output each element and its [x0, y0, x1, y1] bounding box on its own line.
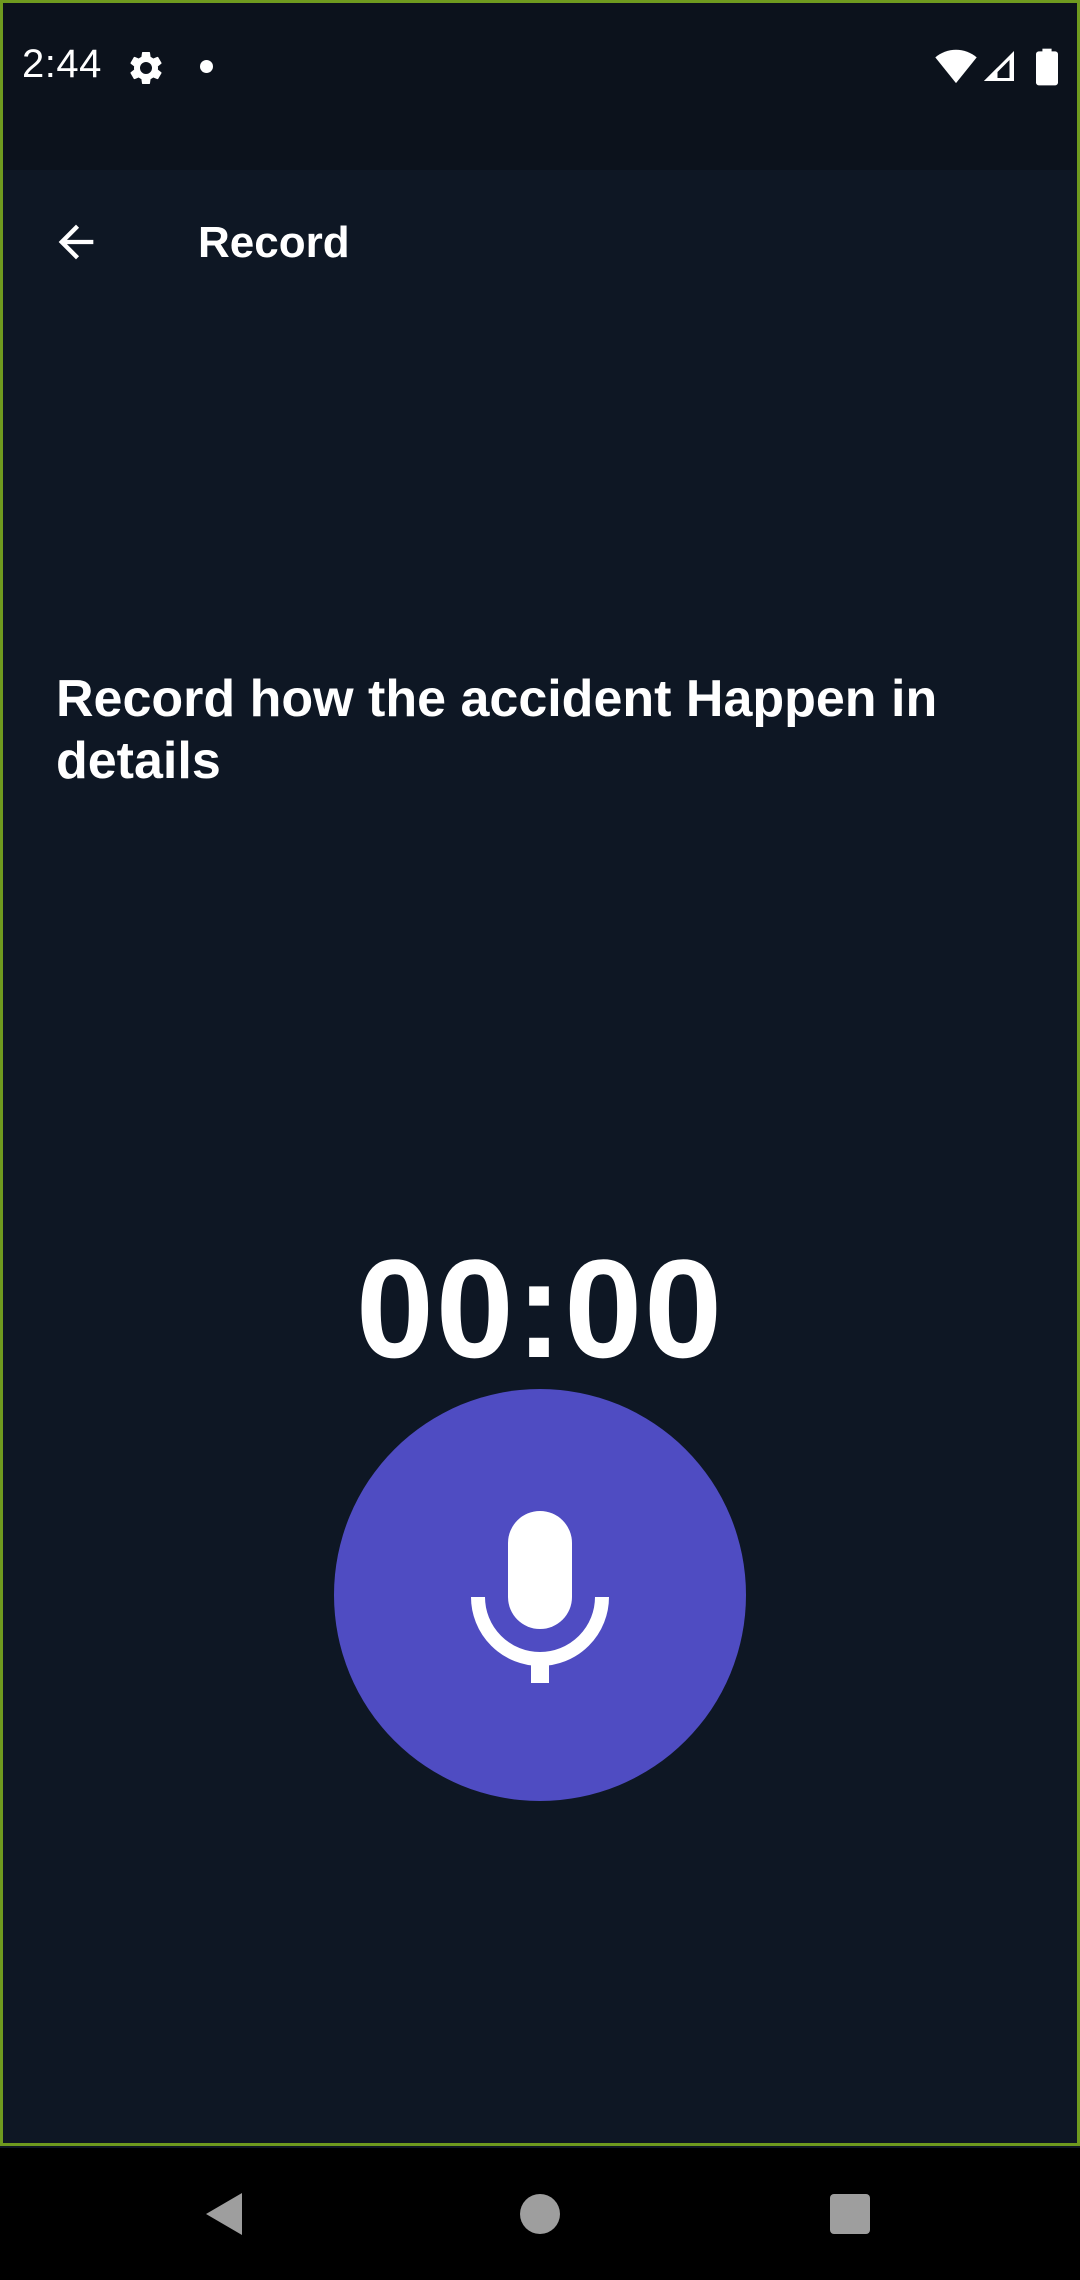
arrow-back-icon: [58, 224, 94, 260]
nav-recents-button[interactable]: [822, 2186, 878, 2242]
nav-home-button[interactable]: [512, 2186, 568, 2242]
recording-timer: 00:00: [355, 1230, 725, 1387]
record-button[interactable]: [334, 1389, 746, 1801]
cell-signal-icon: [984, 51, 1014, 81]
nav-back-button[interactable]: [196, 2186, 252, 2242]
battery-icon: [1036, 48, 1058, 86]
wifi-icon: [935, 49, 977, 84]
nav-recents-square-icon: [830, 2194, 870, 2234]
status-time: 2:44: [22, 42, 102, 86]
settings-gear-icon: [130, 51, 162, 84]
notification-dot-icon: [200, 60, 213, 73]
nav-back-triangle-icon: [206, 2193, 242, 2235]
record-instructions: Record how the accident Happen in detail…: [56, 670, 938, 790]
record-screen: 2:44 Record Record how the accident Happ…: [0, 0, 1080, 2280]
app-bar: Record: [0, 170, 1080, 326]
nav-home-circle-icon: [520, 2194, 560, 2234]
microphone-icon: [471, 1511, 609, 1683]
system-navigation-bar: [0, 2148, 1080, 2280]
page-title: Record: [198, 218, 350, 267]
status-bar: 2:44: [0, 0, 1080, 170]
back-button[interactable]: [40, 206, 112, 278]
